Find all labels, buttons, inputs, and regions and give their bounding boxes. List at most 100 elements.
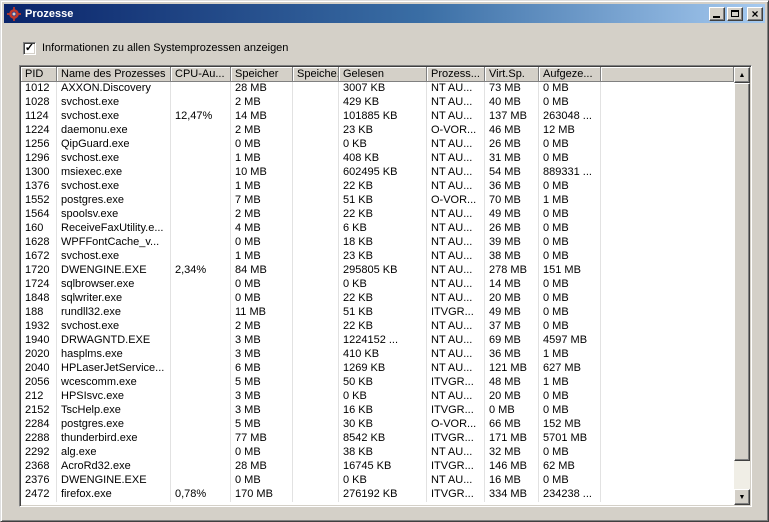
table-cell: 30 KB <box>339 418 427 432</box>
table-row[interactable]: 1628WPFFontCache_v...0 MB18 KBNT AU...39… <box>21 236 734 250</box>
table-cell: 5 MB <box>231 376 293 390</box>
column-header-gelesen[interactable]: Gelesen <box>339 67 427 82</box>
table-row[interactable]: 2288thunderbird.exe77 MB8542 KBITVGR...1… <box>21 432 734 446</box>
table-cell: ITVGR... <box>427 404 485 418</box>
table-cell: firefox.exe <box>57 488 171 502</box>
table-cell: 1940 <box>21 334 57 348</box>
table-cell: 1672 <box>21 250 57 264</box>
table-row[interactable]: 1028svchost.exe2 MB429 KBNT AU...40 MB0 … <box>21 96 734 110</box>
table-cell: 12 MB <box>539 124 601 138</box>
table-row[interactable]: 2376DWENGINE.EXE0 MB0 KBNT AU...16 MB0 M… <box>21 474 734 488</box>
table-row[interactable]: 2472firefox.exe0,78%170 MB276192 KBITVGR… <box>21 488 734 502</box>
table-cell: NT AU... <box>427 208 485 222</box>
table-cell: 2040 <box>21 362 57 376</box>
table-row[interactable]: 2040HPLaserJetService...6 MB1269 KBNT AU… <box>21 362 734 376</box>
table-row[interactable]: 1724sqlbrowser.exe0 MB0 KBNT AU...14 MB0… <box>21 278 734 292</box>
table-cell <box>293 208 339 222</box>
maximize-button[interactable] <box>727 7 743 21</box>
table-row[interactable]: 1672svchost.exe1 MB23 KBNT AU...38 MB0 M… <box>21 250 734 264</box>
column-header-name[interactable]: Name des Prozesses <box>57 67 171 82</box>
table-cell: ITVGR... <box>427 306 485 320</box>
table-cell: NT AU... <box>427 180 485 194</box>
table-cell <box>171 404 231 418</box>
table-cell: 1720 <box>21 264 57 278</box>
table-cell <box>293 138 339 152</box>
table-cell-filler <box>601 362 734 376</box>
table-cell <box>171 320 231 334</box>
table-row[interactable]: 1300msiexec.exe10 MB602495 KBNT AU...54 … <box>21 166 734 180</box>
table-cell: 410 KB <box>339 348 427 362</box>
column-header-virtsp[interactable]: Virt.Sp. <box>485 67 539 82</box>
table-row[interactable]: 1224daemonu.exe2 MB23 KBO-VOR...46 MB12 … <box>21 124 734 138</box>
table-row[interactable]: 2020hasplms.exe3 MB410 KBNT AU...36 MB1 … <box>21 348 734 362</box>
table-row[interactable]: 1848sqlwriter.exe0 MB22 KBNT AU...20 MB0… <box>21 292 734 306</box>
titlebar[interactable]: Prozesse × <box>4 4 765 23</box>
column-header-prozess[interactable]: Prozess... <box>427 67 485 82</box>
table-cell: 1300 <box>21 166 57 180</box>
table-row[interactable]: 188rundll32.exe11 MB51 KBITVGR...49 MB0 … <box>21 306 734 320</box>
table-cell: O-VOR... <box>427 124 485 138</box>
table-cell <box>171 208 231 222</box>
table-cell: 77 MB <box>231 432 293 446</box>
table-cell: 16745 KB <box>339 460 427 474</box>
table-cell: 1 MB <box>539 348 601 362</box>
scroll-track[interactable] <box>734 83 750 489</box>
table-row[interactable]: 1012AXXON.Discovery28 MB3007 KBNT AU...7… <box>21 82 734 96</box>
table-cell: 3 MB <box>231 404 293 418</box>
table-cell: NT AU... <box>427 166 485 180</box>
table-row[interactable]: 2284postgres.exe5 MB30 KBO-VOR...66 MB15… <box>21 418 734 432</box>
table-row[interactable]: 1124svchost.exe12,47%14 MB101885 KBNT AU… <box>21 110 734 124</box>
table-cell: 295805 KB <box>339 264 427 278</box>
table-cell: 0 KB <box>339 390 427 404</box>
table-cell-filler <box>601 82 734 96</box>
table-row[interactable]: 160ReceiveFaxUtility.e...4 MB6 KBNT AU..… <box>21 222 734 236</box>
scroll-thumb[interactable] <box>734 83 750 461</box>
show-all-processes-checkbox[interactable]: ✓ <box>23 42 36 55</box>
table-row[interactable]: 1932svchost.exe2 MB22 KBNT AU...37 MB0 M… <box>21 320 734 334</box>
table-cell <box>293 166 339 180</box>
close-button[interactable]: × <box>747 7 763 21</box>
table-cell: 151 MB <box>539 264 601 278</box>
table-cell: thunderbird.exe <box>57 432 171 446</box>
table-row[interactable]: 1296svchost.exe1 MB408 KBNT AU...31 MB0 … <box>21 152 734 166</box>
table-cell: 28 MB <box>231 82 293 96</box>
column-header-speicher2[interactable]: Speiche... <box>293 67 339 82</box>
table-row[interactable]: 1720DWENGINE.EXE2,34%84 MB295805 KBNT AU… <box>21 264 734 278</box>
table-row[interactable]: 1564spoolsv.exe2 MB22 KBNT AU...49 MB0 M… <box>21 208 734 222</box>
gear-icon <box>6 6 22 22</box>
table-cell <box>171 236 231 250</box>
table-cell: 0 KB <box>339 474 427 488</box>
table-cell: NT AU... <box>427 250 485 264</box>
show-all-processes-option[interactable]: ✓ Informationen zu allen Systemprozessen… <box>23 41 288 55</box>
table-cell <box>171 152 231 166</box>
table-cell <box>171 82 231 96</box>
table-cell-filler <box>601 334 734 348</box>
table-cell: 0 MB <box>231 236 293 250</box>
table-row[interactable]: 212HPSIsvc.exe3 MB0 KBNT AU...20 MB0 MB <box>21 390 734 404</box>
table-cell: 1724 <box>21 278 57 292</box>
column-header-speicher[interactable]: Speicher <box>231 67 293 82</box>
column-header-pid[interactable]: PID <box>21 67 57 82</box>
table-cell <box>293 82 339 96</box>
scroll-up-button[interactable]: ▲ <box>734 67 750 83</box>
table-row[interactable]: 1940DRWAGNTD.EXE3 MB1224152 ...NT AU...6… <box>21 334 734 348</box>
table-cell: 51 KB <box>339 194 427 208</box>
table-row[interactable]: 2056wcescomm.exe5 MB50 KBITVGR...48 MB1 … <box>21 376 734 390</box>
table-row[interactable]: 2368AcroRd32.exe28 MB16745 KBITVGR...146… <box>21 460 734 474</box>
table-row[interactable]: 1552postgres.exe7 MB51 KBO-VOR...70 MB1 … <box>21 194 734 208</box>
table-row[interactable]: 1256QipGuard.exe0 MB0 KBNT AU...26 MB0 M… <box>21 138 734 152</box>
minimize-button[interactable] <box>709 7 725 21</box>
vertical-scrollbar[interactable]: ▲ ▼ <box>734 67 750 505</box>
scroll-down-button[interactable]: ▼ <box>734 489 750 505</box>
table-cell: 0 MB <box>231 446 293 460</box>
table-cell-filler <box>601 404 734 418</box>
table-row[interactable]: 2292alg.exe0 MB38 KBNT AU...32 MB0 MB <box>21 446 734 460</box>
table-cell: 0 KB <box>339 138 427 152</box>
table-cell: 6 MB <box>231 362 293 376</box>
table-cell: 146 MB <box>485 460 539 474</box>
table-row[interactable]: 2152TscHelp.exe3 MB16 KBITVGR...0 MB0 MB <box>21 404 734 418</box>
column-header-aufgez[interactable]: Aufgeze... <box>539 67 601 82</box>
table-row[interactable]: 1376svchost.exe1 MB22 KBNT AU...36 MB0 M… <box>21 180 734 194</box>
column-header-cpu[interactable]: CPU-Au... <box>171 67 231 82</box>
table-cell <box>293 152 339 166</box>
